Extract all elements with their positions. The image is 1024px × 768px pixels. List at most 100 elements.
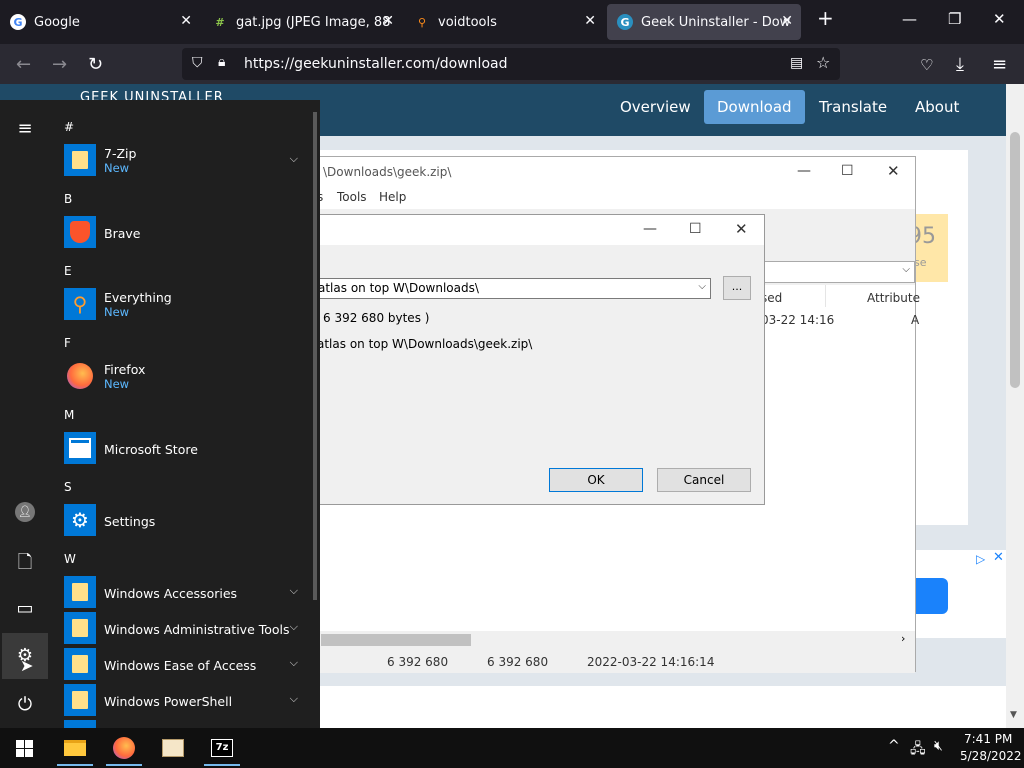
group-letter[interactable]: W — [64, 552, 76, 566]
minimize-icon[interactable]: — — [902, 10, 917, 28]
app-name: Brave — [104, 226, 141, 241]
tab-google[interactable]: G Google ✕ — [0, 4, 200, 40]
reader-view-icon[interactable]: ▤ — [790, 55, 803, 71]
tab-geek-uninstaller[interactable]: G Geek Uninstaller - Downloa ✕ — [607, 4, 801, 40]
scroll-down-icon[interactable]: ▼ — [1010, 710, 1017, 720]
chevron-down-icon[interactable]: ⌵ — [902, 264, 910, 275]
close-window-icon[interactable]: ✕ — [993, 10, 1006, 28]
tab-voidtools[interactable]: ⚲ voidtools ✕ — [404, 4, 604, 40]
back-icon[interactable]: ← — [16, 54, 31, 75]
chevron-down-icon[interactable]: ⌵ — [290, 620, 298, 634]
menu-tools[interactable]: Tools — [337, 190, 367, 204]
clock-time[interactable]: 7:41 PM — [964, 732, 1012, 746]
ad-close-icon[interactable]: ✕ — [993, 550, 1004, 565]
browse-button[interactable]: ... — [723, 276, 751, 300]
volume-muted-icon[interactable]: 🔇︎ — [934, 738, 943, 754]
search-icon: ⚲ — [64, 288, 96, 320]
forward-icon[interactable]: → — [52, 54, 67, 75]
chevron-down-icon[interactable]: ⌵ — [290, 692, 298, 706]
pocket-icon[interactable]: ♡ — [920, 56, 933, 74]
app-windows-accessories[interactable]: Windows Accessories ⌵ — [64, 576, 310, 608]
close-tab-icon[interactable]: ✕ — [781, 13, 793, 29]
clock-date[interactable]: 5/28/2022 — [960, 749, 1022, 763]
close-icon[interactable]: ✕ — [887, 162, 900, 180]
app-windows-powershell[interactable]: Windows PowerShell ⌵ — [64, 684, 310, 716]
url-text[interactable]: https://geekuninstaller.com/download — [244, 56, 507, 72]
scroll-right-icon[interactable]: › — [901, 632, 905, 645]
chevron-down-icon[interactable]: ⌵ — [290, 584, 298, 598]
ad-choices-icon[interactable]: ▷ — [976, 552, 985, 566]
new-tab-button[interactable]: + — [817, 6, 834, 30]
scroll-thumb[interactable] — [1010, 132, 1020, 388]
close-tab-icon[interactable]: ✕ — [382, 13, 394, 29]
taskbar-7zip[interactable]: 7z — [200, 730, 244, 766]
group-letter[interactable]: E — [64, 264, 72, 278]
page-scrollbar[interactable]: ▼ — [1006, 84, 1024, 728]
group-letter[interactable]: M — [64, 408, 74, 422]
network-icon[interactable]: 🖧︎ — [910, 738, 926, 762]
cancel-button[interactable]: Cancel — [657, 468, 751, 492]
path-combo[interactable]: ⌵ — [763, 261, 915, 283]
maximize-icon[interactable]: ☐ — [841, 163, 854, 179]
nav-overview[interactable]: Overview — [607, 90, 704, 124]
hamburger-icon[interactable]: ≡ — [13, 118, 37, 139]
tab-gat-image[interactable]: # gat.jpg (JPEG Image, 887 × ✕ — [202, 4, 402, 40]
taskbar: 7z ^ 🖧︎ 🔇︎ 7:41 PM 5/28/2022 — [0, 728, 1024, 768]
close-tab-icon[interactable]: ✕ — [180, 13, 192, 29]
start-button[interactable] — [2, 730, 46, 766]
nav-download[interactable]: Download — [704, 90, 805, 124]
nav-translate[interactable]: Translate — [806, 90, 900, 124]
start-menu-scrollbar[interactable] — [313, 112, 317, 600]
row-attribute[interactable]: A — [911, 313, 919, 327]
bookmark-star-icon[interactable]: ☆ — [816, 53, 830, 72]
app-brave[interactable]: Brave — [64, 216, 310, 248]
power-icon[interactable]: ⏻ — [13, 694, 37, 715]
row-modified[interactable]: 03-22 14:16 — [761, 313, 834, 327]
app-firefox[interactable]: Firefox New — [64, 360, 310, 392]
chevron-down-icon[interactable]: ⌵ — [290, 152, 298, 166]
taskbar-geek-uninstaller[interactable] — [151, 730, 195, 766]
shield-icon[interactable]: ⛉ — [192, 55, 203, 71]
group-letter[interactable]: # — [64, 120, 74, 134]
documents-icon[interactable]: 🗋 — [13, 550, 37, 580]
7zip-title-bar[interactable]: \Downloads\geek.zip\ — ☐ ✕ — [301, 157, 915, 187]
app-settings[interactable]: ⚙ Settings — [64, 504, 310, 536]
horizontal-scrollbar[interactable]: › — [301, 631, 915, 649]
lock-icon[interactable]: 🔒︎ — [218, 54, 225, 70]
app-7zip[interactable]: 7-Zip New ⌵ — [64, 144, 310, 176]
taskbar-file-explorer[interactable] — [53, 730, 97, 766]
ok-button[interactable]: OK — [549, 468, 643, 492]
group-letter[interactable]: B — [64, 192, 72, 206]
downloads-icon[interactable]: ⤓ — [956, 54, 964, 75]
scroll-thumb[interactable] — [321, 634, 471, 646]
maximize-icon[interactable]: ☐ — [689, 221, 702, 237]
app-everything[interactable]: ⚲ Everything New — [64, 288, 310, 320]
close-tab-icon[interactable]: ✕ — [584, 13, 596, 29]
show-hidden-icons-icon[interactable]: ^ — [888, 738, 900, 754]
minimize-icon[interactable]: — — [643, 221, 657, 237]
taskbar-firefox[interactable] — [102, 730, 146, 766]
chevron-down-icon[interactable]: ⌵ — [698, 281, 706, 292]
group-letter[interactable]: F — [64, 336, 71, 350]
url-bar[interactable]: ⛉ 🔒︎ https://geekuninstaller.com/downloa… — [182, 48, 840, 80]
chevron-down-icon[interactable]: ⌵ — [290, 656, 298, 670]
app-microsoft-store[interactable]: Microsoft Store — [64, 432, 310, 464]
reload-icon[interactable]: ↻ — [88, 54, 103, 75]
minimize-icon[interactable]: — — [797, 163, 811, 179]
page-lower-section — [320, 686, 1006, 728]
column-header-attributes[interactable]: Attribute — [867, 291, 920, 305]
extract-path-input[interactable]: atlas on top W\Downloads\ ⌵ — [317, 278, 711, 299]
firefox-icon — [64, 360, 96, 392]
user-avatar-icon[interactable]: 👤︎ — [15, 502, 35, 522]
close-icon[interactable]: ✕ — [735, 220, 748, 238]
restore-icon[interactable]: ❐ — [948, 10, 961, 28]
app-windows-administrative-tools[interactable]: Windows Administrative Tools ⌵ — [64, 612, 310, 644]
dialog-title-bar[interactable]: — ☐ ✕ — [301, 215, 764, 245]
menu-help[interactable]: Help — [379, 190, 406, 204]
app-windows-ease-of-access[interactable]: Windows Ease of Access ⌵ — [64, 648, 310, 680]
pictures-icon[interactable]: ▭ — [13, 598, 37, 619]
group-letter[interactable]: S — [64, 480, 72, 494]
nav-about[interactable]: About — [902, 90, 972, 124]
tab-title: Google — [34, 14, 80, 30]
menu-icon[interactable]: ≡ — [992, 54, 1007, 75]
